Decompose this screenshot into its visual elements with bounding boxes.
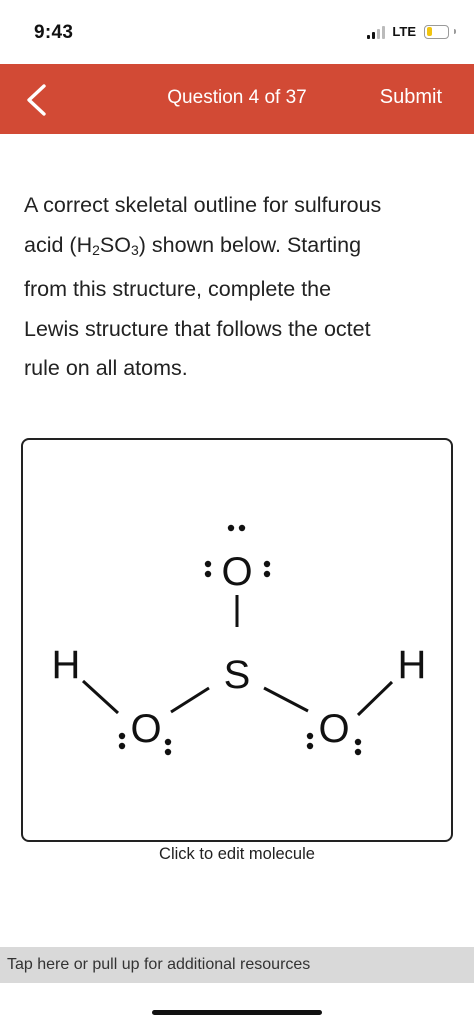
- additional-resources-bar[interactable]: Tap here or pull up for additional resou…: [0, 947, 474, 983]
- status-bar: 9:43 LTE: [0, 0, 474, 64]
- home-indicator[interactable]: [152, 1010, 322, 1015]
- atom-left-oxygen: O: [130, 707, 161, 751]
- header-bar: Question 4 of 37 Submit: [0, 64, 474, 134]
- battery-icon: [424, 24, 449, 39]
- bond-left-hydrogen-oxygen: [81, 679, 120, 715]
- bond-right-oxygen-hydrogen: [356, 680, 394, 717]
- molecule-editor-caption: Click to edit molecule: [159, 845, 315, 863]
- atom-sulfur: S: [224, 653, 251, 697]
- question-line-5: rule on all atoms.: [24, 356, 188, 380]
- bond-sulfur-left-oxygen: [170, 686, 210, 714]
- status-indicators: LTE: [367, 24, 456, 39]
- question-line-2: acid (H2SO3) shown below. Starting: [24, 232, 362, 258]
- atom-right-hydrogen: H: [398, 643, 427, 687]
- submit-button[interactable]: Submit: [380, 86, 442, 109]
- screen: 9:43 LTE Question 4 of 37 Submit A corre…: [0, 0, 474, 1026]
- question-line-3: from this structure, complete the: [24, 277, 332, 301]
- atom-left-hydrogen: H: [52, 643, 81, 687]
- battery-level-fill: [426, 27, 432, 36]
- question-line-1: A correct skeletal outline for sulfurous: [24, 193, 382, 217]
- network-type-label: LTE: [392, 24, 416, 39]
- question-line-4: Lewis structure that follows the octet: [24, 316, 371, 341]
- cellular-signal-icon: [367, 25, 386, 39]
- battery-tip: [454, 29, 456, 34]
- atom-right-oxygen: O: [318, 707, 349, 751]
- molecule-drawing: O S O O H H: [52, 524, 427, 756]
- bond-sulfur-right-oxygen: [263, 686, 309, 713]
- atom-top-oxygen: O: [221, 550, 252, 594]
- additional-resources-label: Tap here or pull up for additional resou…: [7, 956, 311, 973]
- molecule-editor[interactable]: O S O O H H: [21, 438, 453, 842]
- status-time: 9:43: [34, 22, 74, 43]
- question-text: A correct skeletal outline for sulfurous…: [24, 186, 452, 389]
